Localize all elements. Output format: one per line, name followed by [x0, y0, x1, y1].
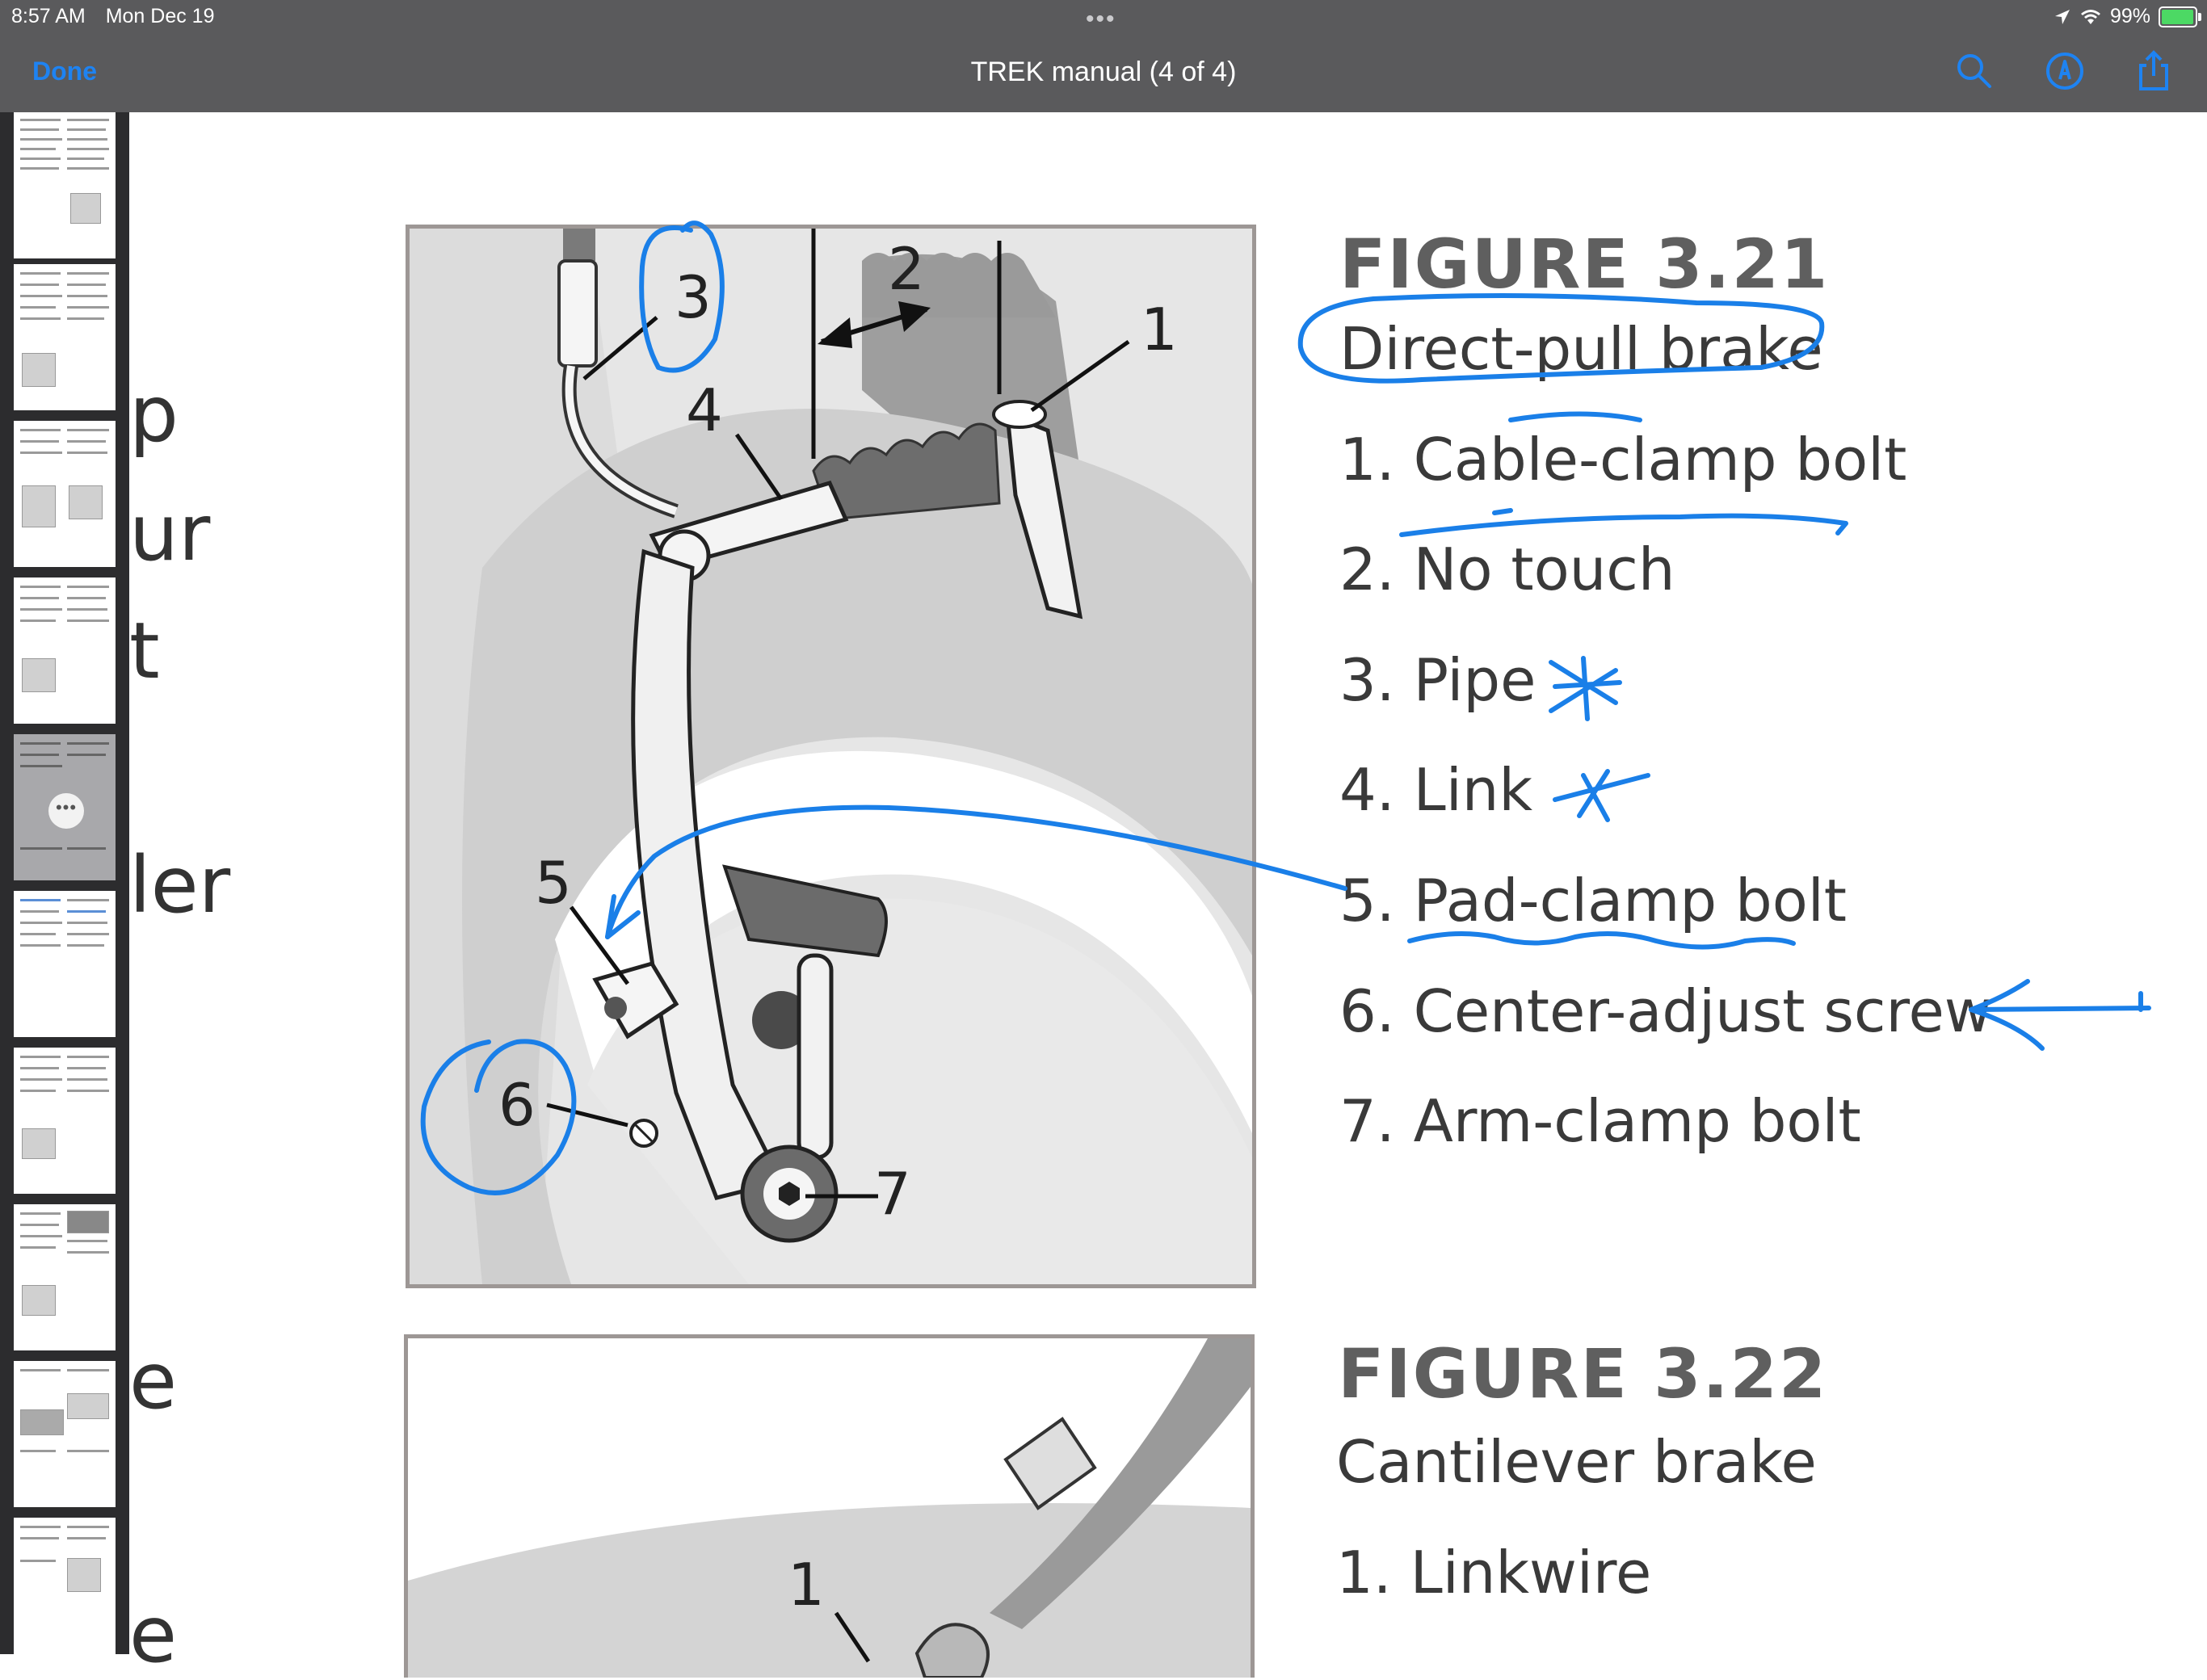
- battery-icon: [2159, 6, 2201, 27]
- page-thumbnails-sidebar[interactable]: •••: [0, 112, 129, 1664]
- more-icon[interactable]: •••: [48, 793, 84, 829]
- figure-321-heading: FIGURE 3.21: [1339, 225, 1830, 304]
- callout-6: 6: [498, 1071, 536, 1139]
- figure-321-item: 6. Center-adjust screw: [1339, 977, 1992, 1045]
- ink-asterisk-pipe: [1549, 656, 1622, 721]
- toolbar: 8:57 AM Mon Dec 19 ••• 99% Done TREK man…: [0, 0, 2207, 112]
- document-title: TREK manual (4 of 4): [970, 57, 1237, 87]
- page-thumbnail[interactable]: [14, 1518, 116, 1664]
- page-thumbnail[interactable]: [14, 578, 116, 724]
- battery-percent: 99%: [2109, 5, 2150, 27]
- ink-arrow-item-6: [1969, 979, 2151, 1051]
- figure-321-subtitle: Direct-pull brake: [1339, 315, 1823, 383]
- callout-7: 7: [874, 1160, 911, 1228]
- callout-1: 1: [788, 1551, 825, 1619]
- page-thumbnail[interactable]: [14, 112, 116, 258]
- multitasking-handle[interactable]: •••: [1086, 7, 1116, 32]
- status-bar-right: 99%: [2054, 5, 2201, 28]
- figure-322-subtitle: Cantilever brake: [1336, 1428, 1817, 1496]
- page-text-fragment: t: [129, 606, 160, 696]
- share-icon[interactable]: [2133, 50, 2175, 92]
- ink-underline-subtitle: [1508, 411, 1642, 422]
- direct-pull-brake-drawing: 1 2 3 4 5 6 7: [410, 229, 1252, 1284]
- markup-icon[interactable]: [2044, 50, 2086, 92]
- ink-underline-item-1: [1399, 513, 1848, 537]
- callout-2: 2: [888, 235, 925, 303]
- page-thumbnail[interactable]: [14, 1361, 116, 1507]
- figure-321-illustration: 1 2 3 4 5 6 7: [406, 225, 1256, 1288]
- figure-321-item: 1. Cable-clamp bolt: [1339, 426, 1907, 494]
- figure-322-heading: FIGURE 3.22: [1338, 1334, 1828, 1413]
- callout-3: 3: [675, 263, 712, 331]
- page-thumbnail[interactable]: [14, 1048, 116, 1194]
- ink-asterisk-link: [1553, 769, 1650, 822]
- ink-underline-item-5: [1407, 931, 1796, 950]
- page-thumbnail[interactable]: [14, 264, 116, 410]
- search-icon[interactable]: [1953, 50, 1995, 92]
- callout-1: 1: [1141, 296, 1178, 363]
- status-date: Mon Dec 19: [105, 5, 215, 27]
- figure-321-item: 7. Arm-clamp bolt: [1339, 1087, 1861, 1155]
- ink-dash: [1492, 508, 1513, 515]
- page-thumbnail[interactable]: [14, 421, 116, 567]
- page-thumbnail[interactable]: [14, 891, 116, 1037]
- location-icon: [2054, 9, 2070, 24]
- status-bar-left: 8:57 AM Mon Dec 19: [11, 5, 229, 28]
- callout-4: 4: [686, 376, 723, 444]
- page-text-fragment: e: [129, 1590, 178, 1680]
- page-thumbnail[interactable]: [14, 1204, 116, 1350]
- page-text-fragment: ler: [129, 840, 231, 930]
- figure-321-item: 2. No touch: [1339, 536, 1675, 603]
- status-time: 8:57 AM: [11, 5, 86, 27]
- figure-321-item: 5. Pad-clamp bolt: [1339, 867, 1847, 934]
- callout-5: 5: [535, 849, 572, 917]
- figure-322-illustration: 1: [404, 1334, 1255, 1678]
- page-text-fragment: ur: [129, 488, 211, 578]
- page-thumbnail-selected[interactable]: •••: [14, 734, 116, 880]
- page-text-fragment: p: [129, 369, 179, 460]
- figure-321-item: 4. Link: [1339, 756, 1533, 824]
- cantilever-brake-drawing: 1: [408, 1338, 1251, 1678]
- figure-322-item: 1. Linkwire: [1336, 1539, 1652, 1606]
- page-text-fragment: e: [129, 1336, 178, 1426]
- figure-321-item: 3. Pipe: [1339, 646, 1536, 714]
- wifi-icon: [2080, 9, 2100, 24]
